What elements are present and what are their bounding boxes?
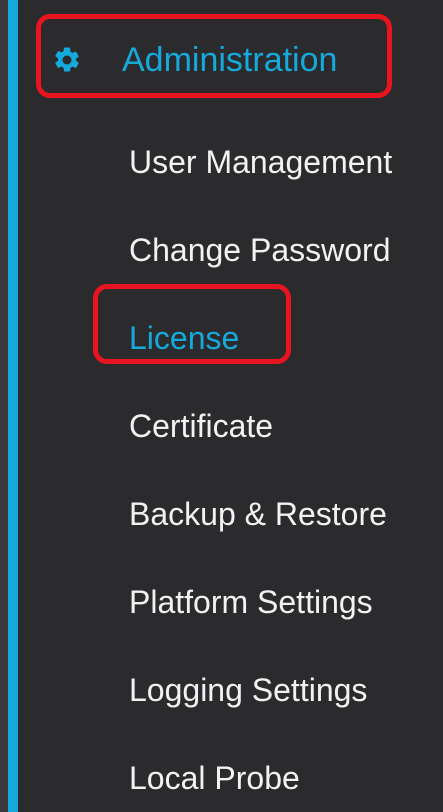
active-section-accent-bar xyxy=(8,0,18,812)
menu-item-local-probe[interactable]: Local Probe xyxy=(129,734,392,812)
menu-item-user-management[interactable]: User Management xyxy=(129,118,392,206)
menu-item-label: Local Probe xyxy=(129,759,300,796)
menu-item-backup-restore[interactable]: Backup & Restore xyxy=(129,470,392,558)
submenu-list: User Management Change Password License … xyxy=(129,118,392,812)
menu-item-certificate[interactable]: Certificate xyxy=(129,382,392,470)
sidebar-nav: Administration User Management Change Pa… xyxy=(0,0,443,812)
menu-item-label: User Management xyxy=(129,143,393,180)
menu-item-label: Backup & Restore xyxy=(129,495,387,532)
menu-item-label: Platform Settings xyxy=(129,583,373,620)
left-edge-strip xyxy=(0,0,8,812)
sidebar-section-administration[interactable]: Administration xyxy=(52,30,337,90)
menu-item-label: License xyxy=(129,319,240,356)
menu-item-label: Logging Settings xyxy=(129,671,368,708)
menu-item-platform-settings[interactable]: Platform Settings xyxy=(129,558,392,646)
menu-item-license[interactable]: License xyxy=(129,294,392,382)
menu-item-label: Change Password xyxy=(129,231,391,268)
section-title: Administration xyxy=(122,41,338,79)
menu-item-change-password[interactable]: Change Password xyxy=(129,206,392,294)
menu-item-label: Certificate xyxy=(129,407,274,444)
menu-item-logging-settings[interactable]: Logging Settings xyxy=(129,646,392,734)
gear-icon xyxy=(55,47,79,72)
